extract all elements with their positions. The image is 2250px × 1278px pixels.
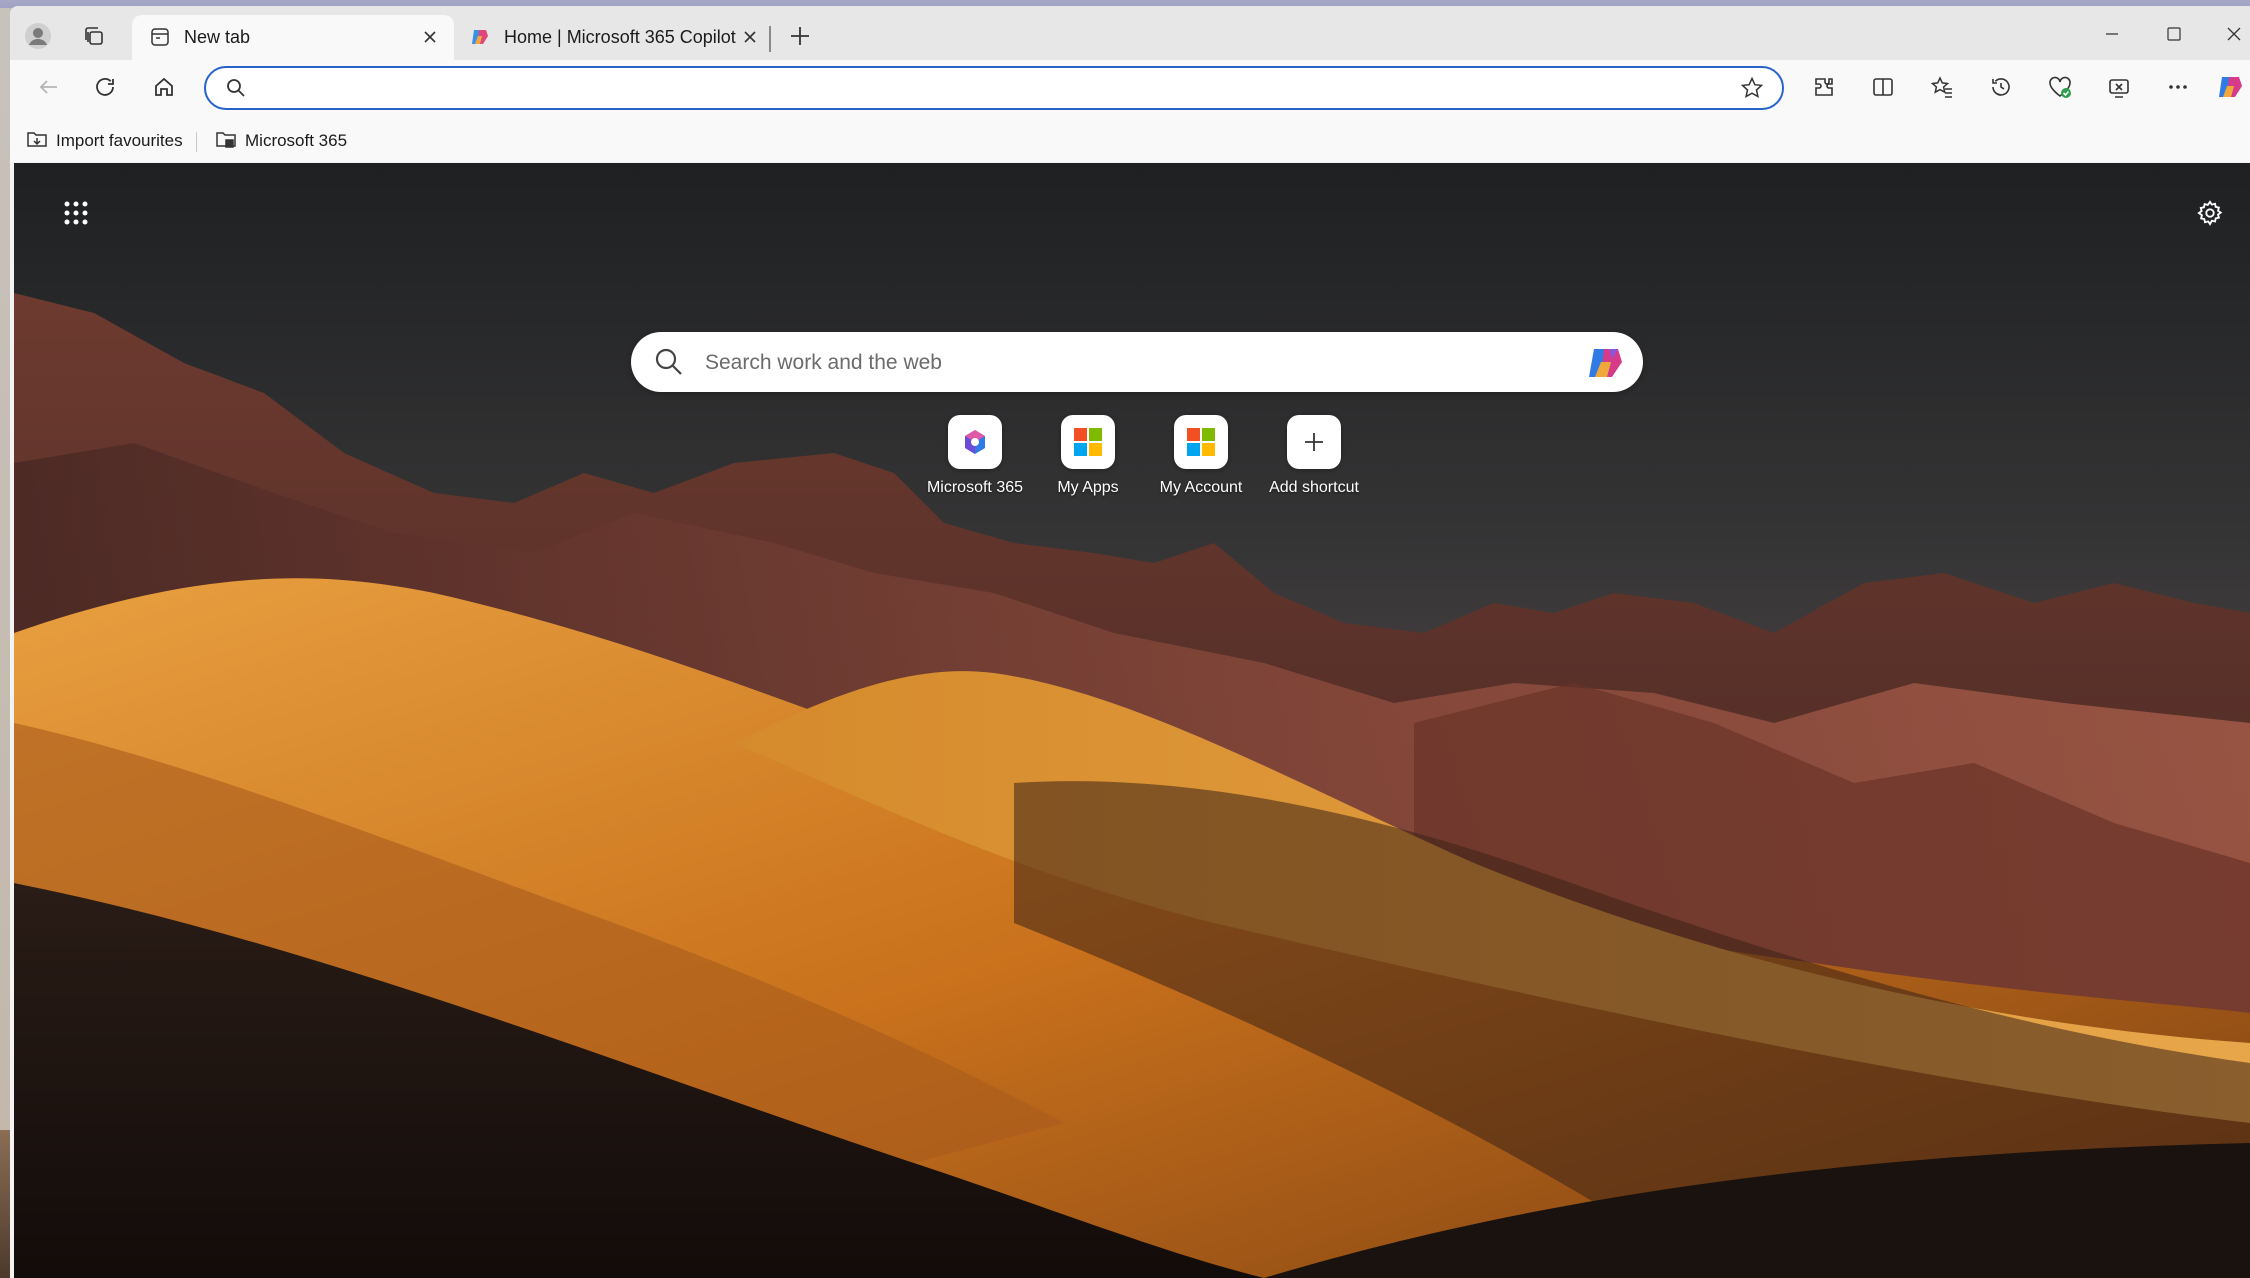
browser-window: New tab Home | Microsoft 365 Copilot Imp… (10, 6, 2250, 1278)
shortcut-add[interactable]: Add shortcut (1259, 415, 1369, 505)
split-screen-icon[interactable] (1862, 66, 1904, 108)
copilot-icon (470, 27, 490, 52)
search-icon (655, 348, 682, 375)
shortcut-microsoft-365[interactable]: Microsoft 365 (920, 415, 1030, 505)
favourites-divider (196, 132, 197, 152)
copilot-icon[interactable] (1585, 342, 1627, 384)
close-window-button[interactable] (2206, 14, 2250, 54)
favourite-label: Import favourites (56, 131, 183, 150)
title-bar: New tab Home | Microsoft 365 Copilot (10, 6, 2250, 60)
shortcut-my-apps[interactable]: My Apps (1033, 415, 1143, 505)
microsoft-365-icon (948, 415, 1002, 469)
app-launcher-icon[interactable] (56, 193, 96, 233)
screenshot-icon[interactable] (2098, 66, 2140, 108)
profile-icon[interactable] (20, 18, 56, 54)
favourites-bar: Import favourites Microsoft 365 (10, 120, 2250, 162)
more-icon[interactable] (2157, 66, 2199, 108)
copilot-icon[interactable] (2210, 66, 2250, 108)
workspaces-icon[interactable] (76, 18, 112, 54)
shortcut-label: My Apps (1057, 479, 1119, 496)
web-search-box[interactable] (631, 332, 1643, 392)
new-tab-icon (150, 27, 170, 52)
favorites-icon[interactable] (1921, 66, 1963, 108)
maximize-button[interactable] (2146, 14, 2202, 54)
refresh-icon[interactable] (84, 66, 126, 108)
shortcut-my-account[interactable]: My Account (1146, 415, 1256, 505)
settings-gear-icon[interactable] (2190, 193, 2230, 233)
new-tab-page: Microsoft 365 My Apps My Account (14, 163, 2250, 1278)
microsoft-logo-icon (1174, 415, 1228, 469)
search-icon (226, 78, 246, 103)
background-image (14, 163, 2250, 1278)
favourite-label: Microsoft 365 (245, 131, 348, 150)
minimize-button[interactable] (2084, 14, 2140, 54)
favorite-star-icon[interactable] (1740, 76, 1764, 105)
new-tab-button[interactable] (782, 18, 818, 54)
favourite-microsoft-365[interactable]: Microsoft 365 (215, 126, 347, 156)
back-icon[interactable] (28, 66, 70, 108)
search-input[interactable] (703, 344, 1567, 382)
tab-microsoft-365-copilot[interactable]: Home | Microsoft 365 Copilot (456, 15, 776, 60)
tab-label: Home | Microsoft 365 Copilot (504, 27, 736, 47)
address-input[interactable] (262, 72, 1706, 106)
tab-new-tab[interactable]: New tab (132, 15, 454, 60)
history-icon[interactable] (1980, 66, 2022, 108)
tab-separator (769, 26, 771, 52)
shortcut-label: My Account (1159, 479, 1243, 496)
shortcut-label: Add shortcut (1269, 479, 1359, 496)
microsoft-logo-icon (1061, 415, 1115, 469)
extensions-icon[interactable] (1803, 66, 1845, 108)
address-bar[interactable] (204, 66, 1784, 110)
import-folder-icon (26, 128, 48, 155)
shortcut-label: Microsoft 365 (926, 479, 1024, 496)
tab-label: New tab (184, 27, 251, 47)
browser-essentials-icon[interactable] (2039, 66, 2081, 108)
folder-icon (215, 128, 237, 155)
browser-toolbar (10, 60, 2250, 120)
home-icon[interactable] (143, 66, 185, 108)
favourite-import[interactable]: Import favourites (26, 126, 183, 156)
plus-icon (1287, 415, 1341, 469)
close-tab-icon[interactable] (738, 25, 762, 49)
close-tab-icon[interactable] (418, 25, 442, 49)
